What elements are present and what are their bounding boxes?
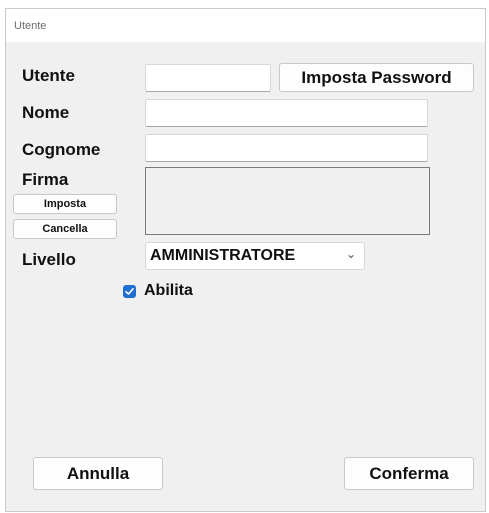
abilita-checkbox[interactable] bbox=[123, 285, 136, 298]
cognome-input[interactable] bbox=[145, 134, 428, 162]
set-password-button[interactable]: Imposta Password bbox=[279, 63, 474, 92]
nome-input[interactable] bbox=[145, 99, 428, 127]
user-dialog: Utente Utente Imposta Password Nome Cogn… bbox=[5, 8, 486, 512]
title-bar: Utente bbox=[6, 9, 485, 42]
firma-set-button[interactable]: Imposta bbox=[13, 194, 117, 214]
firma-clear-button[interactable]: Cancella bbox=[13, 219, 117, 239]
nome-label: Nome bbox=[22, 103, 70, 122]
signature-area bbox=[145, 167, 430, 235]
utente-input[interactable] bbox=[145, 64, 271, 92]
cancel-button[interactable]: Annulla bbox=[33, 457, 163, 490]
livello-selected-value: AMMINISTRATORE bbox=[150, 247, 296, 264]
confirm-button[interactable]: Conferma bbox=[344, 457, 474, 490]
livello-dropdown[interactable]: AMMINISTRATORE ⌄ bbox=[145, 242, 365, 270]
livello-label: Livello bbox=[22, 250, 76, 269]
window-title: Utente bbox=[14, 20, 47, 32]
utente-label: Utente bbox=[22, 66, 75, 85]
cognome-label: Cognome bbox=[22, 140, 101, 159]
abilita-label: Abilita bbox=[144, 282, 193, 299]
chevron-down-icon: ⌄ bbox=[345, 247, 356, 261]
checkmark-icon bbox=[125, 287, 134, 295]
firma-label: Firma bbox=[22, 170, 69, 189]
